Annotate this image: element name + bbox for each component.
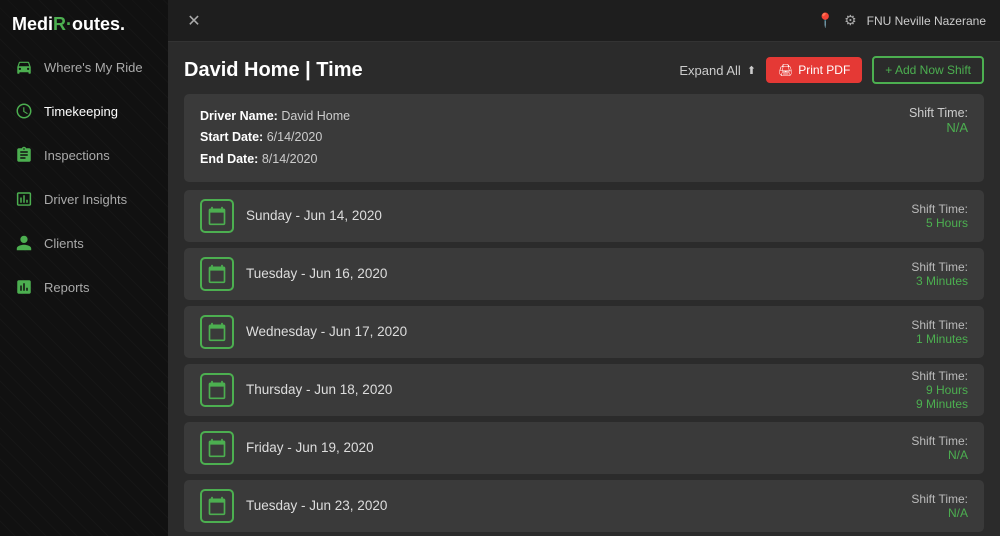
shift-time-label-1: Shift Time: bbox=[911, 260, 968, 274]
user-name: FNU Neville Nazerane bbox=[867, 14, 986, 28]
shift-right-5: Shift Time: N/A bbox=[911, 492, 968, 520]
summary-shift-time-value: N/A bbox=[909, 120, 968, 135]
add-shift-button[interactable]: + Add Now Shift bbox=[872, 56, 984, 84]
shift-row-5[interactable]: Tuesday - Jun 23, 2020 Shift Time: N/A bbox=[184, 480, 984, 532]
shift-time-value-1: 3 Minutes bbox=[911, 274, 968, 288]
topbar: ✕ 📍 ⚙ FNU Neville Nazerane bbox=[168, 0, 1000, 42]
shift-right-2: Shift Time: 1 Minutes bbox=[911, 318, 968, 346]
clipboard-icon bbox=[14, 145, 34, 165]
shift-time-value-4: N/A bbox=[911, 448, 968, 462]
sidebar: MediR·outes. Where's My Ride Timekeeping… bbox=[0, 0, 168, 536]
shift-right-0: Shift Time: 5 Hours bbox=[911, 202, 968, 230]
main-content: ✕ 📍 ⚙ FNU Neville Nazerane David Home | … bbox=[168, 0, 1000, 536]
sidebar-item-reports[interactable]: Reports bbox=[0, 265, 168, 309]
sidebar-item-label-where-my-ride: Where's My Ride bbox=[44, 60, 143, 75]
header-actions: Expand All ⬆ 🖨 Print PDF + Add Now Shift bbox=[679, 56, 984, 84]
shift-right-4: Shift Time: N/A bbox=[911, 434, 968, 462]
print-icon: 🖨 bbox=[778, 63, 793, 77]
summary-info: Driver Name: David Home Start Date: 6/14… bbox=[200, 106, 350, 170]
logo: MediR·outes. bbox=[0, 0, 168, 45]
shift-time-label-3: Shift Time: bbox=[911, 369, 968, 383]
settings-icon[interactable]: ⚙ bbox=[844, 12, 857, 29]
shift-time-label-4: Shift Time: bbox=[911, 434, 968, 448]
sidebar-item-label-timekeeping: Timekeeping bbox=[44, 104, 118, 119]
person-icon bbox=[14, 233, 34, 253]
sidebar-item-where-my-ride[interactable]: Where's My Ride bbox=[0, 45, 168, 89]
sidebar-item-label-reports: Reports bbox=[44, 280, 90, 295]
driver-name-label: Driver Name: bbox=[200, 109, 278, 123]
shift-time-value-2: 1 Minutes bbox=[911, 332, 968, 346]
shift-row-2[interactable]: Wednesday - Jun 17, 2020 Shift Time: 1 M… bbox=[184, 306, 984, 358]
sidebar-item-label-inspections: Inspections bbox=[44, 148, 110, 163]
print-pdf-label: Print PDF bbox=[798, 63, 850, 77]
driver-name-value: David Home bbox=[281, 109, 350, 123]
shift-date-1: Tuesday - Jun 16, 2020 bbox=[246, 266, 387, 281]
shifts-list: Sunday - Jun 14, 2020 Shift Time: 5 Hour… bbox=[168, 190, 1000, 536]
shift-row-4[interactable]: Friday - Jun 19, 2020 Shift Time: N/A bbox=[184, 422, 984, 474]
shift-time-label-5: Shift Time: bbox=[911, 492, 968, 506]
sidebar-item-label-clients: Clients bbox=[44, 236, 84, 251]
start-date-value: 6/14/2020 bbox=[267, 130, 323, 144]
sidebar-item-driver-insights[interactable]: Driver Insights bbox=[0, 177, 168, 221]
page-header: David Home | Time Expand All ⬆ 🖨 Print P… bbox=[168, 42, 1000, 94]
shift-date-5: Tuesday - Jun 23, 2020 bbox=[246, 498, 387, 513]
shift-left-3: Thursday - Jun 18, 2020 bbox=[200, 373, 392, 407]
shift-time-label-0: Shift Time: bbox=[911, 202, 968, 216]
calendar-icon-1 bbox=[200, 257, 234, 291]
sidebar-item-clients[interactable]: Clients bbox=[0, 221, 168, 265]
expand-all-button[interactable]: Expand All ⬆ bbox=[679, 63, 756, 78]
shift-row-3[interactable]: Thursday - Jun 18, 2020 Shift Time: 9 Ho… bbox=[184, 364, 984, 416]
calendar-icon-5 bbox=[200, 489, 234, 523]
shift-left-5: Tuesday - Jun 23, 2020 bbox=[200, 489, 387, 523]
shift-date-2: Wednesday - Jun 17, 2020 bbox=[246, 324, 407, 339]
shift-time-value-3a: 9 Hours bbox=[911, 383, 968, 397]
shift-left-1: Tuesday - Jun 16, 2020 bbox=[200, 257, 387, 291]
shift-date-0: Sunday - Jun 14, 2020 bbox=[246, 208, 382, 223]
print-pdf-button[interactable]: 🖨 Print PDF bbox=[766, 57, 862, 83]
end-date-value: 8/14/2020 bbox=[262, 152, 318, 166]
driver-name-row: Driver Name: David Home bbox=[200, 106, 350, 127]
calendar-icon-0 bbox=[200, 199, 234, 233]
shift-row-0[interactable]: Sunday - Jun 14, 2020 Shift Time: 5 Hour… bbox=[184, 190, 984, 242]
sidebar-item-inspections[interactable]: Inspections bbox=[0, 133, 168, 177]
summary-shift: Shift Time: N/A bbox=[909, 106, 968, 135]
page-title: David Home | Time bbox=[184, 59, 363, 82]
clock-icon bbox=[14, 101, 34, 121]
shift-date-4: Friday - Jun 19, 2020 bbox=[246, 440, 374, 455]
expand-all-icon: ⬆ bbox=[747, 64, 756, 77]
start-date-row: Start Date: 6/14/2020 bbox=[200, 127, 350, 148]
calendar-icon-4 bbox=[200, 431, 234, 465]
logo-text: MediR·outes. bbox=[12, 14, 125, 35]
shift-right-1: Shift Time: 3 Minutes bbox=[911, 260, 968, 288]
shift-time-value-0: 5 Hours bbox=[911, 216, 968, 230]
shift-left-2: Wednesday - Jun 17, 2020 bbox=[200, 315, 407, 349]
summary-card: Driver Name: David Home Start Date: 6/14… bbox=[184, 94, 984, 182]
start-date-label: Start Date: bbox=[200, 130, 263, 144]
shift-time-label-2: Shift Time: bbox=[911, 318, 968, 332]
calendar-icon-2 bbox=[200, 315, 234, 349]
sidebar-item-label-driver-insights: Driver Insights bbox=[44, 192, 127, 207]
add-shift-label: + Add Now Shift bbox=[885, 63, 971, 77]
end-date-row: End Date: 8/14/2020 bbox=[200, 149, 350, 170]
shift-right-3: Shift Time: 9 Hours 9 Minutes bbox=[911, 369, 968, 411]
chart-icon bbox=[14, 189, 34, 209]
shift-row-1[interactable]: Tuesday - Jun 16, 2020 Shift Time: 3 Min… bbox=[184, 248, 984, 300]
summary-shift-time-label: Shift Time: bbox=[909, 106, 968, 120]
shift-left-4: Friday - Jun 19, 2020 bbox=[200, 431, 374, 465]
car-icon bbox=[14, 57, 34, 77]
pin-icon[interactable]: 📍 bbox=[817, 12, 834, 29]
sidebar-item-timekeeping[interactable]: Timekeeping bbox=[0, 89, 168, 133]
shift-time-value-5: N/A bbox=[911, 506, 968, 520]
bar-chart-icon bbox=[14, 277, 34, 297]
expand-all-label: Expand All bbox=[679, 63, 740, 78]
shift-left-0: Sunday - Jun 14, 2020 bbox=[200, 199, 382, 233]
end-date-label: End Date: bbox=[200, 152, 258, 166]
topbar-icons: 📍 ⚙ FNU Neville Nazerane bbox=[817, 12, 986, 29]
shift-time-value-3b: 9 Minutes bbox=[911, 397, 968, 411]
calendar-icon-3 bbox=[200, 373, 234, 407]
close-button[interactable]: ✕ bbox=[182, 9, 206, 33]
shift-date-3: Thursday - Jun 18, 2020 bbox=[246, 382, 392, 397]
